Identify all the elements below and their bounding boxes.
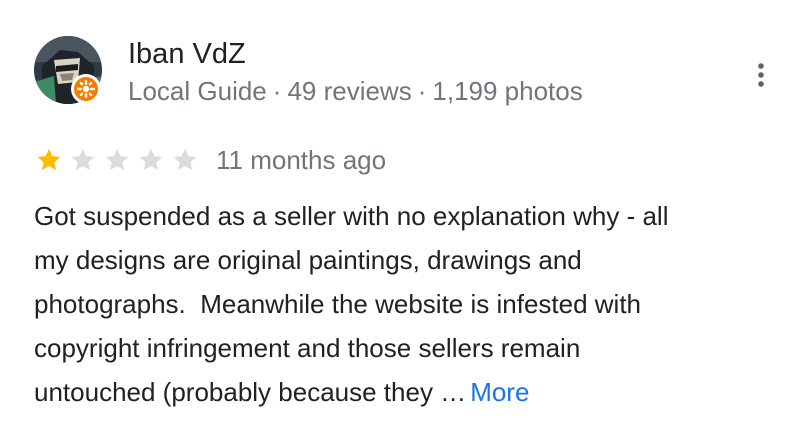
review-text-line: photographs. Meanwhile the website is in… [34, 289, 642, 319]
star-empty-icon [105, 148, 129, 171]
meta-separator: · [417, 76, 427, 106]
star-rating [34, 146, 200, 174]
star-empty-icon [71, 148, 95, 171]
star-filled-icon [37, 148, 61, 171]
review-text-last-line: untouched (probably because they … More [34, 370, 774, 414]
more-vert-icon [758, 63, 764, 87]
review-text-line: copyright infringement and those sellers… [34, 333, 581, 363]
review-text: Got suspended as a seller with no explan… [34, 194, 774, 414]
star-empty-icon [173, 148, 197, 171]
review-count: 49 reviews [287, 76, 412, 106]
review-text-line: Got suspended as a seller with no explan… [34, 201, 669, 231]
meta-separator: · [272, 76, 282, 106]
local-guide-label: Local Guide [128, 76, 267, 106]
review-text-line: untouched (probably because they … [34, 377, 467, 407]
review-text-line: my designs are original paintings, drawi… [34, 245, 582, 275]
author-name[interactable]: Iban VdZ [128, 36, 246, 72]
review-time: 11 months ago [216, 145, 387, 175]
more-link[interactable]: More [470, 377, 529, 407]
star-empty-icon [139, 148, 163, 171]
more-options-button[interactable] [744, 58, 778, 92]
author-meta: Local Guide · 49 reviews · 1,199 photos [128, 75, 583, 107]
photo-count: 1,199 photos [432, 76, 583, 106]
local-guide-badge-icon [70, 73, 102, 105]
review-card: Iban VdZ Local Guide · 49 reviews · 1,199 ph… [0, 0, 800, 437]
